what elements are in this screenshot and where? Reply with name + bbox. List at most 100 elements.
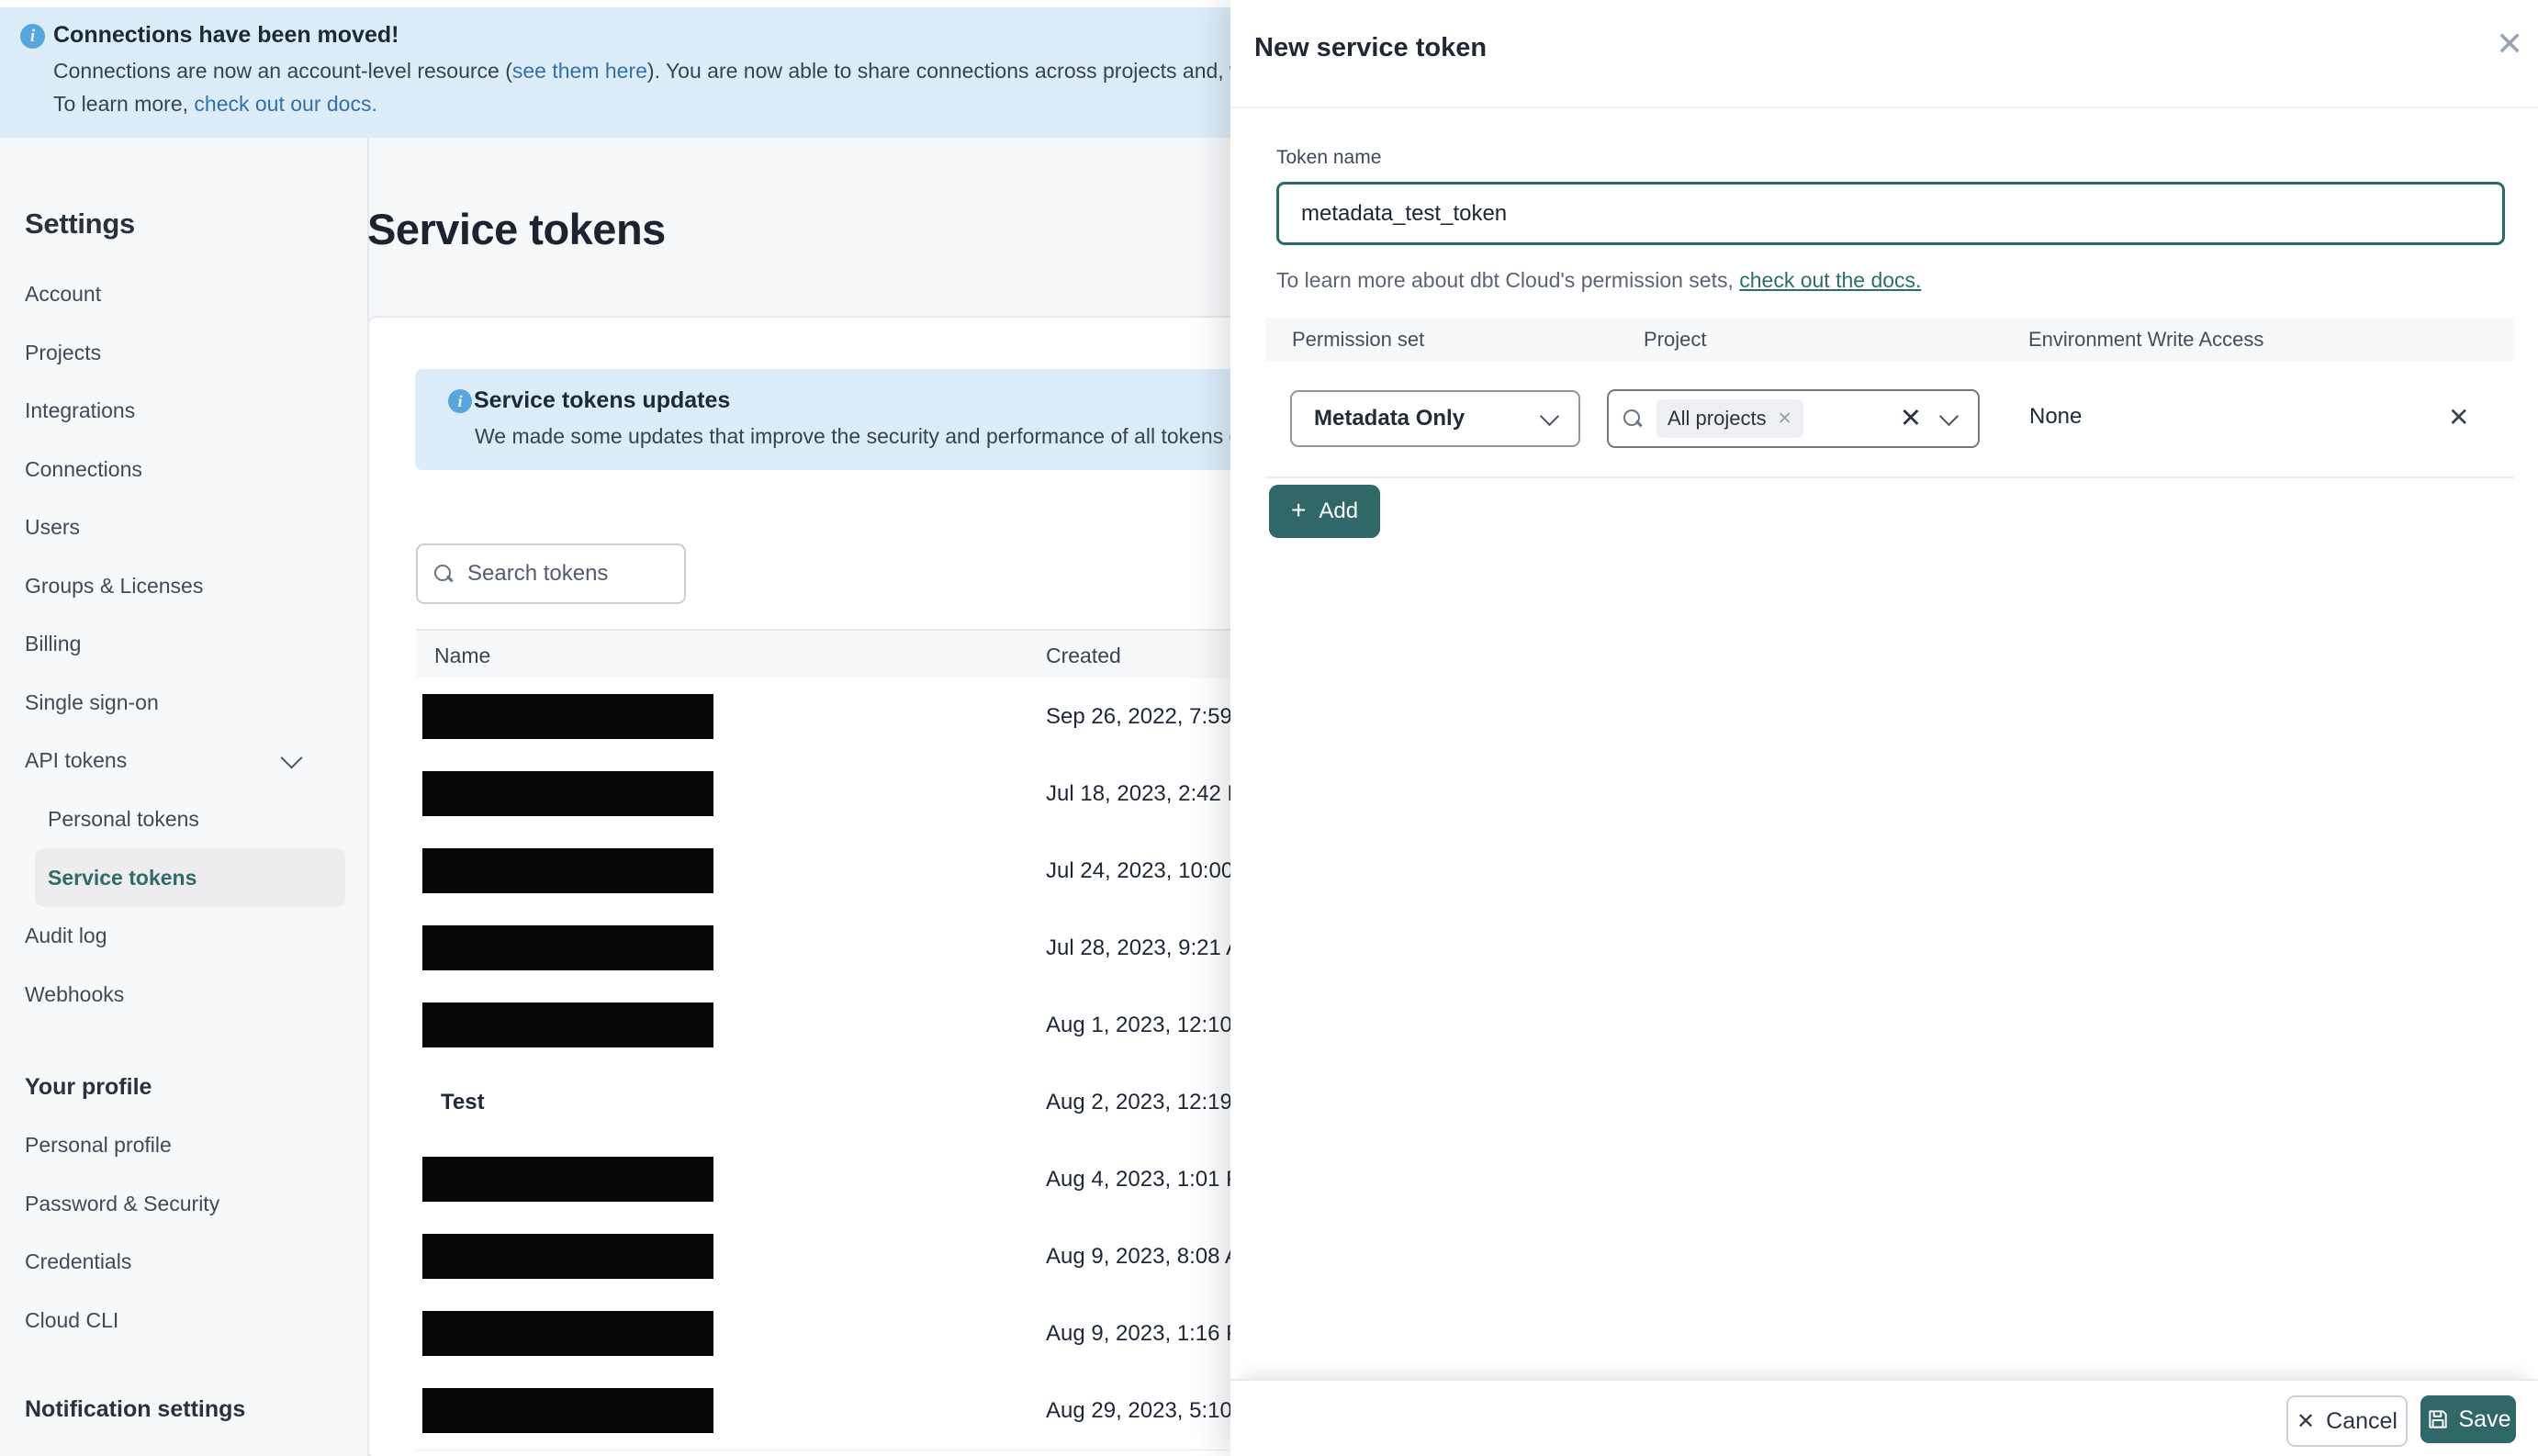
info-icon: i (448, 389, 472, 413)
banner-footer: To learn more, check out our docs. (53, 92, 377, 117)
drawer-footer: ✕ Cancel Save (1230, 1379, 2538, 1456)
sidebar-item-label: Billing (25, 631, 82, 655)
project-combobox[interactable]: All projects ✕ ✕ (1607, 389, 1980, 448)
sidebar-item-projects[interactable]: Projects (0, 334, 365, 371)
sidebar-item-label: Password & Security (25, 1191, 220, 1215)
add-button-label: Add (1319, 498, 1359, 523)
sidebar-item-account[interactable]: Account (0, 275, 365, 312)
divider (1230, 106, 2538, 108)
redacted-name-bar (422, 925, 713, 970)
search-tokens-box (416, 543, 686, 604)
chevron-down-icon (280, 745, 303, 769)
banner-body-text: Connections are now an account-level res… (53, 59, 512, 83)
permission-helper-text: To learn more about dbt Cloud's permissi… (1276, 268, 1921, 293)
permissions-grid-header: Permission set Project Environment Write… (1265, 318, 2514, 362)
redacted-name-bar (422, 1388, 713, 1433)
redacted-name-bar (422, 1157, 713, 1202)
sidebar-item-single-sign-on[interactable]: Single sign-on (0, 684, 365, 721)
chevron-down-icon (1938, 406, 1960, 427)
sidebar-item-label: Your profile (25, 1073, 152, 1100)
divider (1265, 476, 2514, 478)
sidebar-item-label: Personal tokens (48, 806, 199, 831)
sidebar-item-personal-tokens[interactable]: Personal tokens (0, 801, 365, 837)
sidebar-item-password-security[interactable]: Password & Security (0, 1185, 365, 1222)
column-header-created: Created (1046, 643, 1121, 667)
search-input[interactable] (466, 560, 671, 588)
remove-row-icon[interactable]: ✕ (2448, 390, 2469, 443)
sidebar-item-label: Connections (25, 456, 142, 481)
save-button-label: Save (2458, 1406, 2511, 1432)
col-permission-set: Permission set (1292, 328, 1425, 351)
infobox-title: Service tokens updates (474, 387, 731, 413)
column-header-name: Name (434, 643, 491, 667)
sidebar-item-your-profile: Your profile (0, 1069, 365, 1105)
project-chip-label: All projects (1668, 407, 1767, 430)
banner-body: Connections are now an account-level res… (53, 59, 1360, 84)
sidebar-item-groups-licenses[interactable]: Groups & Licenses (0, 567, 365, 604)
page-title: Service tokens (367, 205, 666, 253)
permission-set-value: Metadata Only (1314, 406, 1466, 431)
settings-sidebar: Settings Account Projects Integrations Conn… (0, 138, 369, 1456)
sidebar-item-label: Service tokens (48, 865, 197, 890)
permission-set-select[interactable]: Metadata Only (1290, 390, 1580, 447)
see-them-here-link[interactable]: see them here (512, 59, 647, 83)
sidebar-item-integrations[interactable]: Integrations (0, 392, 365, 429)
app-screen: i Connections have been moved! Connectio… (0, 0, 2538, 1456)
sidebar-item-label: Groups & Licenses (25, 573, 204, 598)
redacted-name-bar (422, 1234, 713, 1279)
col-project: Project (1644, 328, 1707, 351)
sidebar-item-label: Notification settings (25, 1395, 246, 1422)
sidebar-item-credentials[interactable]: Credentials (0, 1243, 365, 1280)
sidebar-item-users[interactable]: Users (0, 509, 365, 545)
infobox-body: We made some updates that improve the se… (475, 424, 1300, 448)
helper-prefix: To learn more about dbt Cloud's permissi… (1276, 268, 1740, 292)
sidebar-item-service-tokens[interactable]: Service tokens (0, 859, 365, 896)
sidebar-item-label: Integrations (25, 398, 136, 422)
token-name-cell: Test (441, 1090, 485, 1114)
drawer-title: New service token (1254, 33, 1488, 62)
sidebar-item-label: Credentials (25, 1249, 132, 1273)
sidebar-item-label: Single sign-on (25, 689, 159, 714)
add-button[interactable]: + Add (1269, 485, 1381, 538)
sidebar-item-label: Webhooks (25, 981, 125, 1006)
check-out-docs-link[interactable]: check out the docs. (1739, 268, 1921, 292)
sidebar-title: Settings (25, 207, 135, 240)
sidebar-item-api-tokens[interactable]: API tokens (0, 742, 365, 778)
sidebar-item-label: Audit log (25, 923, 107, 947)
info-icon: i (20, 24, 45, 49)
sidebar-item-label: Personal profile (25, 1132, 172, 1157)
banner-footer-text: To learn more, (53, 92, 195, 116)
project-chip: All projects ✕ (1656, 399, 1803, 438)
plus-icon: + (1291, 495, 1307, 524)
sidebar-item-cloud-cli[interactable]: Cloud CLI (0, 1302, 365, 1338)
col-environment-write-access: Environment Write Access (2028, 328, 2264, 351)
sidebar-item-label: Projects (25, 340, 102, 364)
chip-remove-icon[interactable]: ✕ (1778, 409, 1792, 430)
clear-icon[interactable]: ✕ (1900, 405, 1922, 432)
close-icon: ✕ (2297, 1408, 2316, 1434)
redacted-name-bar (422, 848, 713, 893)
save-button[interactable]: Save (2420, 1395, 2516, 1443)
redacted-name-bar (422, 694, 713, 739)
sidebar-item-audit-log[interactable]: Audit log (0, 917, 365, 954)
sidebar-item-personal-profile[interactable]: Personal profile (0, 1126, 365, 1163)
redacted-name-bar (422, 771, 713, 816)
check-docs-link[interactable]: check out our docs. (194, 92, 376, 116)
token-name-label: Token name (1276, 147, 1382, 168)
sidebar-item-connections[interactable]: Connections (0, 451, 365, 487)
save-icon (2428, 1410, 2447, 1428)
sidebar-item-webhooks[interactable]: Webhooks (0, 976, 365, 1013)
redacted-name-bar (422, 1311, 713, 1356)
redacted-name-bar (422, 1002, 713, 1047)
close-icon[interactable]: ✕ (2496, 28, 2523, 61)
cancel-button[interactable]: ✕ Cancel (2286, 1395, 2408, 1447)
token-name-input[interactable] (1276, 182, 2505, 245)
sidebar-item-label: Account (25, 281, 102, 306)
sidebar-item-label: Users (25, 514, 81, 539)
cancel-button-label: Cancel (2326, 1407, 2398, 1434)
sidebar-item-label: Cloud CLI (25, 1307, 119, 1332)
chevron-down-icon (1539, 406, 1560, 427)
sidebar-item-billing[interactable]: Billing (0, 625, 365, 662)
new-service-token-drawer: New service token ✕ Token name To learn … (1230, 0, 2538, 1456)
search-icon (434, 565, 453, 583)
